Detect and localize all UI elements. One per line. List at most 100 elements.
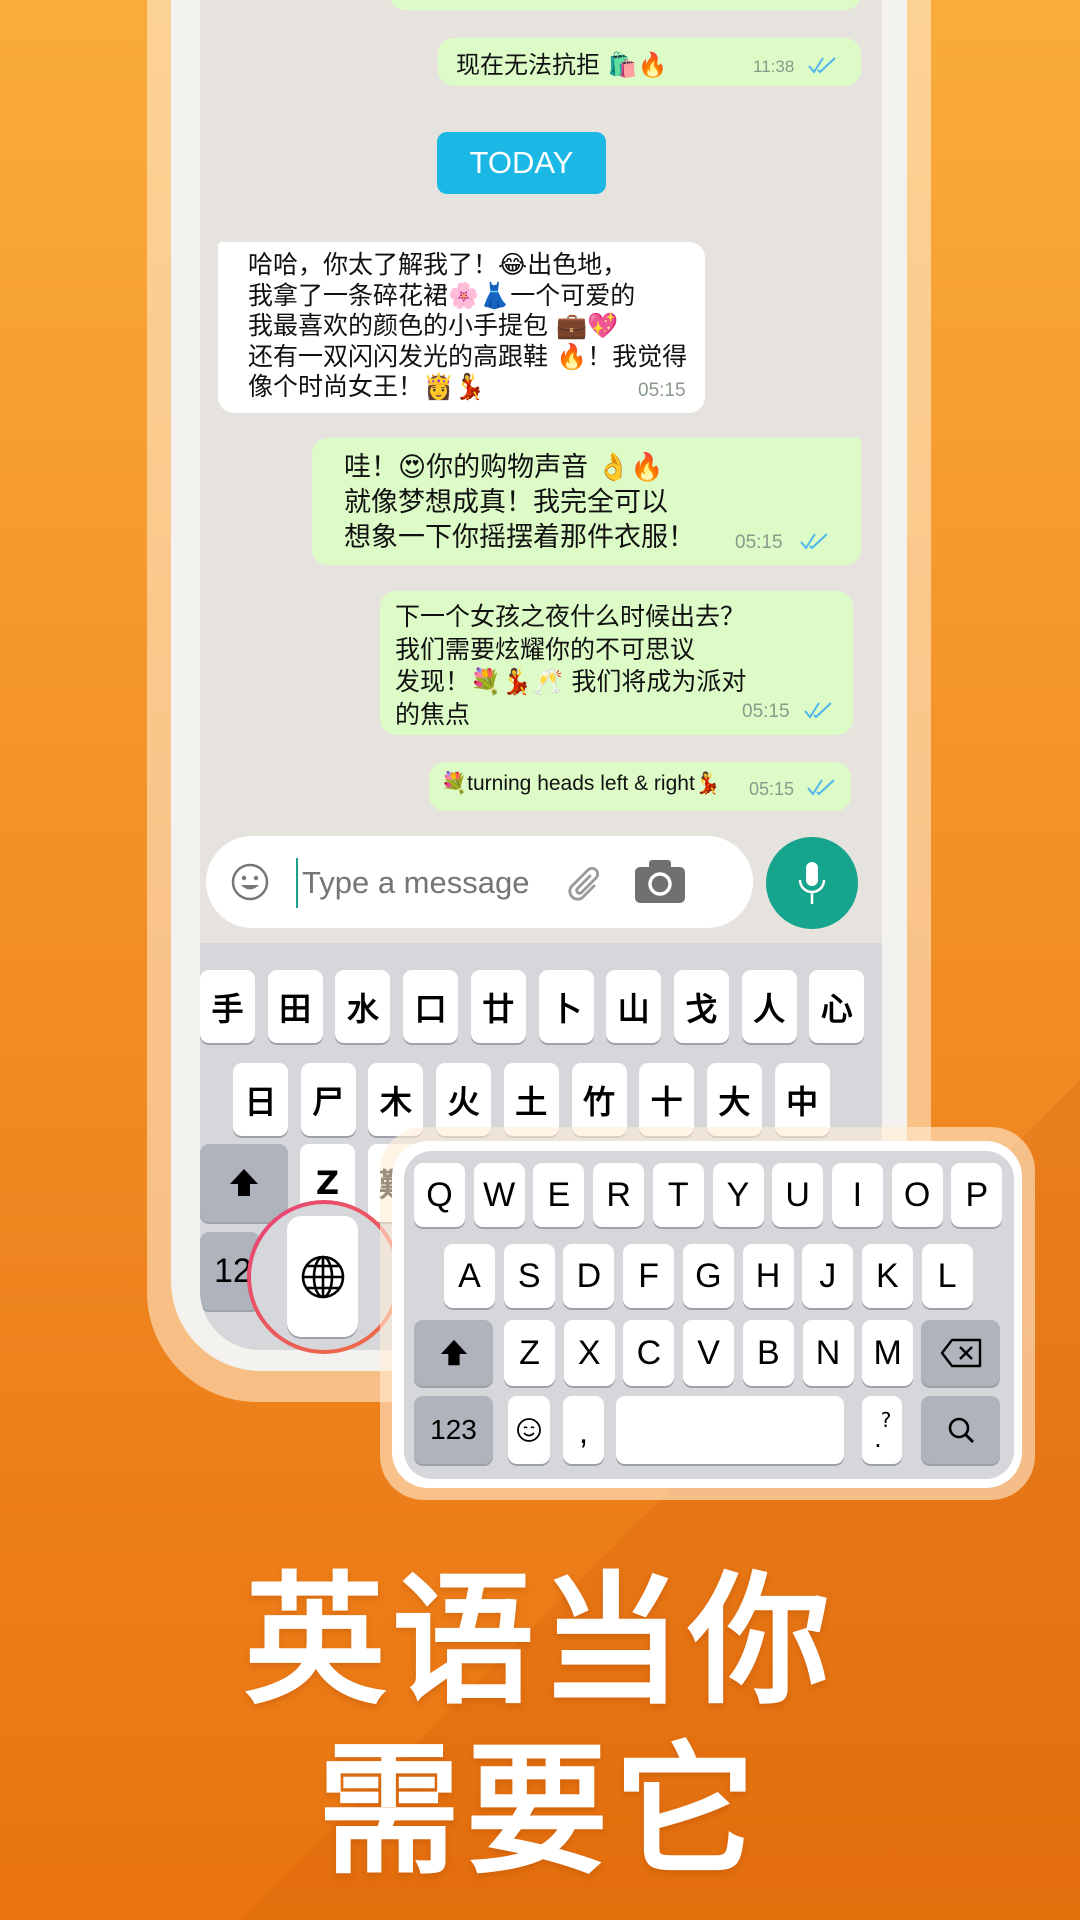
- key-Z[interactable]: Z: [504, 1320, 555, 1386]
- message-time: 05:15: [735, 532, 783, 553]
- key-K[interactable]: K: [861, 1244, 913, 1308]
- key-W[interactable]: W: [473, 1163, 525, 1227]
- numbers-key[interactable]: 123: [414, 1396, 493, 1464]
- message-bubble: 下一个女孩之夜什么时候出去？ 我们需要炫耀你的不可思议 发现！💐💃🥂 我们将成为…: [380, 591, 853, 735]
- microphone-button[interactable]: [766, 837, 858, 929]
- key-X[interactable]: X: [563, 1320, 615, 1386]
- key-G[interactable]: G: [682, 1244, 734, 1308]
- double-check-icon: [804, 702, 832, 719]
- key-尸[interactable]: 尸: [300, 1063, 356, 1136]
- punctuation-key[interactable]: ?.: [862, 1396, 902, 1464]
- key-十[interactable]: 十: [639, 1063, 695, 1136]
- key-V[interactable]: V: [683, 1320, 735, 1386]
- message-text: 哇！😍你的购物声音 👌🔥 就像梦想成真！我完全可以 想象一下你摇摆着那件衣服！: [344, 450, 695, 555]
- message-line: 哇！😍你的购物声音 👌🔥: [344, 452, 664, 483]
- globe-key[interactable]: [287, 1216, 358, 1337]
- key-卜[interactable]: 卜: [538, 970, 594, 1043]
- space-key[interactable]: [616, 1396, 844, 1464]
- key-M[interactable]: M: [862, 1320, 914, 1386]
- key-火[interactable]: 火: [436, 1063, 492, 1136]
- key-R[interactable]: R: [593, 1163, 645, 1227]
- shift-key[interactable]: [200, 1144, 288, 1222]
- key-N[interactable]: N: [802, 1320, 854, 1386]
- message-bubble-received: 哈哈，你太了解我了！😂出色地， 我拿了一条碎花裙🌸👗一个可爱的 我最喜欢的颜色的…: [218, 242, 705, 413]
- message-text: 💐turning heads left & right💃: [441, 772, 721, 795]
- key-人[interactable]: 人: [741, 970, 797, 1043]
- key-L[interactable]: L: [921, 1244, 973, 1308]
- date-divider: TODAY: [437, 132, 606, 194]
- double-check-icon: [800, 533, 828, 550]
- message-text: 下一个女孩之夜什么时候出去？ 我们需要炫耀你的不可思议 发现！💐💃🥂 我们将成为…: [395, 601, 746, 731]
- emoji-key[interactable]: [508, 1396, 550, 1464]
- shift-icon: [230, 1169, 258, 1196]
- key-H[interactable]: H: [742, 1244, 794, 1308]
- message-line: 就像梦想成真！我完全可以: [344, 487, 668, 518]
- message-line: 哈哈，你太了解我了！😂出色地，: [248, 250, 628, 279]
- double-check-icon: [807, 779, 835, 796]
- key-手[interactable]: 手: [200, 970, 255, 1043]
- key-U[interactable]: U: [772, 1163, 824, 1227]
- key-竹[interactable]: 竹: [571, 1063, 627, 1136]
- key-山[interactable]: 山: [606, 970, 662, 1043]
- key-Y[interactable]: Y: [712, 1163, 764, 1227]
- key-I[interactable]: I: [831, 1163, 883, 1227]
- key-水[interactable]: 水: [335, 970, 391, 1043]
- double-check-icon: [808, 57, 836, 74]
- message-text: 现在无法抗拒 🛍️🔥: [456, 51, 668, 79]
- key-田[interactable]: 田: [267, 970, 323, 1043]
- key-T[interactable]: T: [652, 1163, 704, 1227]
- key-B[interactable]: B: [742, 1320, 794, 1386]
- shift-key[interactable]: [414, 1320, 493, 1386]
- key-O[interactable]: O: [891, 1163, 943, 1227]
- message-text: 哈哈，你太了解我了！😂出色地， 我拿了一条碎花裙🌸👗一个可爱的 我最喜欢的颜色的…: [248, 250, 687, 403]
- message-time: 05:15: [638, 380, 686, 401]
- message-bubble: 💐turning heads left & right💃 05:15: [429, 762, 851, 811]
- message-composer: [206, 836, 753, 928]
- key-木[interactable]: 木: [368, 1063, 424, 1136]
- key-心[interactable]: 心: [809, 970, 865, 1043]
- key-廿[interactable]: 廿: [470, 970, 526, 1043]
- camera-icon[interactable]: [634, 858, 686, 904]
- key-P[interactable]: P: [951, 1163, 1003, 1227]
- key-C[interactable]: C: [623, 1320, 675, 1386]
- message-line: 我们需要炫耀你的不可思议: [395, 634, 696, 664]
- microphone-icon: [798, 862, 826, 904]
- message-time: 05:15: [742, 701, 790, 722]
- headline-line-2: 需要它: [318, 1729, 762, 1894]
- backspace-key[interactable]: [921, 1320, 1000, 1386]
- key-Q[interactable]: Q: [414, 1163, 465, 1227]
- key-J[interactable]: J: [802, 1244, 854, 1308]
- question-mark: ?: [880, 1408, 892, 1432]
- key-F[interactable]: F: [623, 1244, 675, 1308]
- emoji-icon[interactable]: [230, 862, 270, 902]
- emoji-icon: [517, 1418, 541, 1442]
- key-口[interactable]: 口: [403, 970, 459, 1043]
- text-cursor: [296, 858, 298, 908]
- key-中[interactable]: 中: [774, 1063, 830, 1136]
- key-日[interactable]: 日: [233, 1063, 288, 1136]
- key-D[interactable]: D: [563, 1244, 615, 1308]
- paperclip-icon[interactable]: [564, 860, 608, 904]
- message-bubble: 现在无法抗拒 🛍️🔥 11:38: [438, 38, 861, 86]
- key-土[interactable]: 土: [503, 1063, 559, 1136]
- message-bubble: 哇！😍你的购物声音 👌🔥 就像梦想成真！我完全可以 想象一下你摇摆着那件衣服！ …: [312, 438, 861, 565]
- message-input[interactable]: [302, 858, 582, 908]
- message-bubble-partial: [389, 0, 861, 10]
- message-line: 的焦点: [395, 699, 471, 729]
- message-line: 下一个女孩之夜什么时候出去？: [395, 602, 746, 631]
- backspace-icon: [940, 1338, 981, 1368]
- english-keyboard: Q W E R T Y U I O P A S D F G H J K L Z X C V B N M 123,?.: [404, 1151, 1014, 1479]
- key-S[interactable]: S: [503, 1244, 555, 1308]
- message-line: 想象一下你摇摆着那件衣服！: [344, 522, 695, 553]
- period-mark: .: [874, 1425, 882, 1453]
- key-大[interactable]: 大: [706, 1063, 762, 1136]
- search-icon: [948, 1417, 974, 1443]
- key-戈[interactable]: 戈: [673, 970, 729, 1043]
- globe-icon: [301, 1255, 344, 1298]
- message-line: 像个时尚女王！👸💃: [248, 372, 486, 402]
- message-line: 我拿了一条碎花裙🌸👗一个可爱的: [248, 280, 636, 310]
- comma-key[interactable]: ,: [563, 1396, 604, 1464]
- key-A[interactable]: A: [444, 1244, 495, 1308]
- search-key[interactable]: [921, 1396, 1000, 1464]
- key-E[interactable]: E: [533, 1163, 585, 1227]
